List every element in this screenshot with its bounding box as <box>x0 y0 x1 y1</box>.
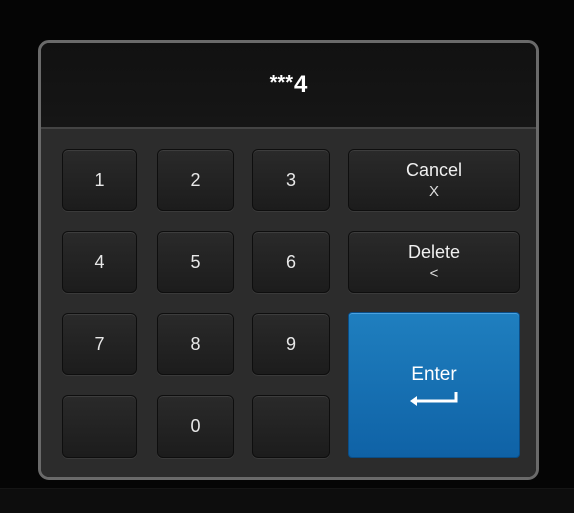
key-9-label: 9 <box>285 333 296 354</box>
pin-entry-panel: ***4 1 2 3 Cancel X 4 5 6 Delete < 7 8 9… <box>38 40 539 480</box>
key-1[interactable]: 1 <box>62 149 137 211</box>
blank-key-left[interactable] <box>62 395 137 458</box>
key-4[interactable]: 4 <box>62 231 137 293</box>
cancel-button[interactable]: Cancel X <box>348 149 520 211</box>
key-3[interactable]: 3 <box>252 149 330 211</box>
pin-display-value: ***4 <box>270 71 308 99</box>
key-2[interactable]: 2 <box>157 149 234 211</box>
key-1-label: 1 <box>94 169 105 190</box>
key-3-label: 3 <box>285 169 296 190</box>
bottom-strip <box>0 488 574 513</box>
enter-button-label: Enter <box>411 364 457 385</box>
enter-button[interactable]: Enter <box>348 312 520 458</box>
key-0-label: 0 <box>190 416 201 436</box>
blank-key-right[interactable] <box>252 395 330 458</box>
key-5[interactable]: 5 <box>157 231 234 293</box>
pin-last-digit: 4 <box>294 71 308 98</box>
delete-backspace-icon: < <box>429 264 439 282</box>
key-7[interactable]: 7 <box>62 313 137 375</box>
key-9[interactable]: 9 <box>252 313 330 375</box>
key-0[interactable]: 0 <box>157 395 234 458</box>
key-8-label: 8 <box>190 333 201 354</box>
key-5-label: 5 <box>190 251 201 272</box>
keypad: 1 2 3 Cancel X 4 5 6 Delete < 7 8 9 Ente… <box>41 129 536 477</box>
key-7-label: 7 <box>94 333 105 354</box>
return-arrow-icon <box>410 392 458 406</box>
cancel-button-label: Cancel <box>405 159 463 180</box>
key-6[interactable]: 6 <box>252 231 330 293</box>
key-6-label: 6 <box>285 251 296 272</box>
key-4-label: 4 <box>94 251 105 272</box>
delete-button[interactable]: Delete < <box>348 231 520 293</box>
pin-display: ***4 <box>41 43 536 129</box>
key-8[interactable]: 8 <box>157 313 234 375</box>
cancel-x-icon: X <box>428 182 439 200</box>
key-2-label: 2 <box>190 169 201 190</box>
delete-button-label: Delete <box>407 241 461 262</box>
pin-mask: *** <box>269 72 293 94</box>
